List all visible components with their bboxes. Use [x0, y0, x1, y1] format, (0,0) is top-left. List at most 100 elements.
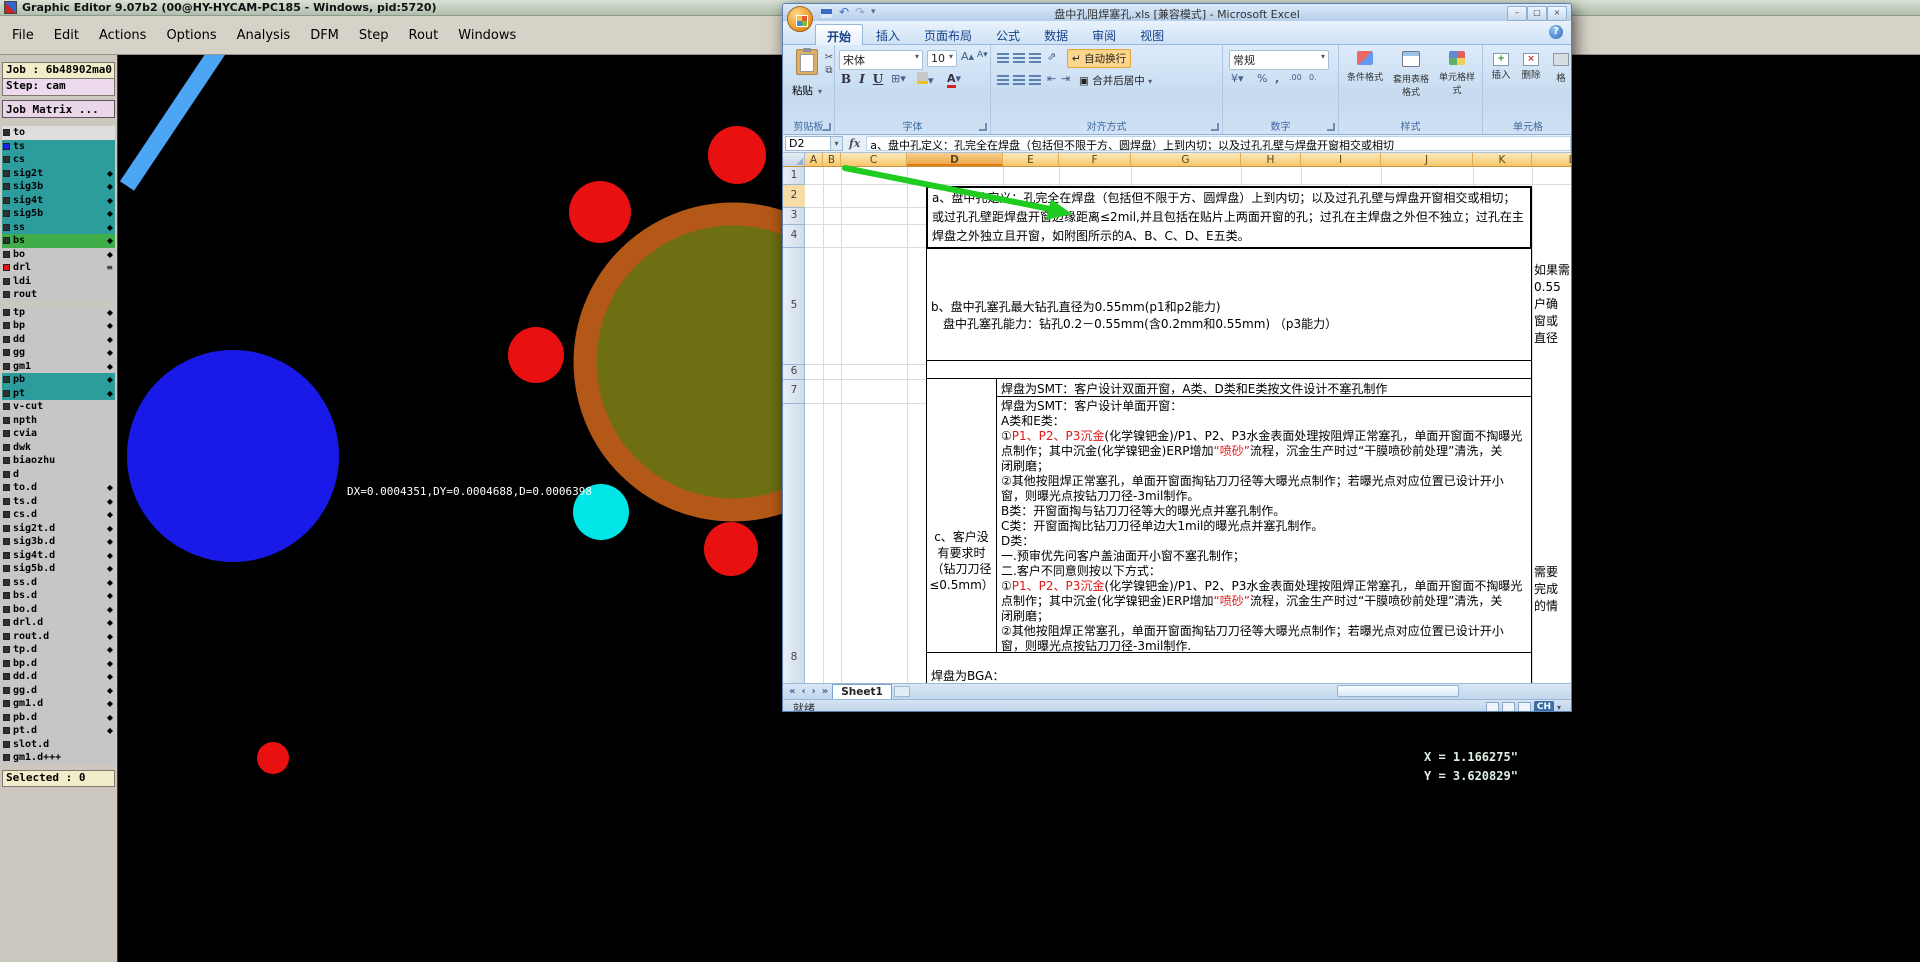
- grow-font-icon[interactable]: A▴: [961, 50, 974, 63]
- layer-color-chip[interactable]: [3, 632, 10, 640]
- row-header-4[interactable]: 4: [783, 229, 805, 243]
- qat-dropdown-icon[interactable]: ▾: [871, 7, 876, 17]
- layer-row-tp.d[interactable]: tp.d ◆: [2, 643, 115, 657]
- layer-color-chip[interactable]: [3, 376, 10, 384]
- layer-color-chip[interactable]: [3, 740, 10, 748]
- layer-row-d[interactable]: d: [2, 467, 115, 481]
- layer-row-sig5b.d[interactable]: sig5b.d ◆: [2, 562, 115, 576]
- layer-color-chip[interactable]: [3, 389, 10, 397]
- pad-red-5[interactable]: [257, 742, 289, 774]
- layer-color-chip[interactable]: [3, 754, 10, 762]
- layer-row-gg.d[interactable]: gg.d ◆: [2, 683, 115, 697]
- column-header-G[interactable]: G: [1131, 153, 1241, 166]
- layer-color-chip[interactable]: [3, 484, 10, 492]
- pad-blue-large[interactable]: [127, 350, 339, 562]
- increase-indent-icon[interactable]: ⇥: [1061, 72, 1070, 85]
- italic-button[interactable]: I: [855, 72, 869, 86]
- row-header-3[interactable]: 3: [783, 209, 805, 223]
- minimize-button[interactable]: –: [1507, 6, 1527, 21]
- layer-color-chip[interactable]: [3, 196, 10, 204]
- layer-row-ts.d[interactable]: ts.d ◆: [2, 494, 115, 508]
- fx-icon[interactable]: fx: [843, 137, 866, 150]
- copy-icon[interactable]: ⧉: [823, 64, 835, 77]
- layer-row-v-cut[interactable]: v-cut: [2, 400, 115, 414]
- cell-styles-button[interactable]: 单元格样式: [1435, 51, 1479, 96]
- horizontal-scrollbar-thumb[interactable]: [1337, 685, 1459, 697]
- column-header-F[interactable]: F: [1059, 153, 1131, 166]
- layer-row-sig4t.d[interactable]: sig4t.d ◆: [2, 548, 115, 562]
- cell-bga[interactable]: 焊盘为BGA：: [926, 653, 1532, 683]
- layer-row-gm1.d[interactable]: gm1.d ◆: [2, 697, 115, 711]
- layer-row-rout.d[interactable]: rout.d ◆: [2, 629, 115, 643]
- font-color-icon[interactable]: A▾: [947, 72, 961, 88]
- page-layout-view-icon[interactable]: [1501, 702, 1515, 711]
- worksheet-grid[interactable]: a、盘中孔定义：孔完全在焊盘（包括但不限于方、圆焊盘）上到内切；以及过孔孔壁与焊…: [783, 167, 1571, 683]
- layer-row-dwk[interactable]: dwk: [2, 440, 115, 454]
- office-button[interactable]: [787, 6, 813, 32]
- menu-edit[interactable]: Edit: [44, 25, 89, 46]
- name-box[interactable]: D2: [785, 136, 831, 151]
- menu-actions[interactable]: Actions: [89, 25, 157, 46]
- layer-row-cs[interactable]: cs: [2, 153, 115, 167]
- layer-color-chip[interactable]: [3, 169, 10, 177]
- column-header-B[interactable]: B: [823, 153, 841, 166]
- layer-color-chip[interactable]: [3, 403, 10, 411]
- layer-color-chip[interactable]: [3, 129, 10, 137]
- layer-color-chip[interactable]: [3, 210, 10, 218]
- layer-color-chip[interactable]: [3, 578, 10, 586]
- layer-color-chip[interactable]: [3, 277, 10, 285]
- align-middle-icon[interactable]: [1013, 53, 1025, 63]
- dialog-launcher-icon[interactable]: [823, 123, 831, 131]
- layer-row-sig3b.d[interactable]: sig3b.d ◆: [2, 535, 115, 549]
- delete-cells-button[interactable]: × 删除: [1517, 53, 1545, 81]
- sheet-nav-prev-icon[interactable]: ‹: [799, 686, 807, 697]
- column-header-H[interactable]: H: [1241, 153, 1301, 166]
- layer-row-pt.d[interactable]: pt.d ◆: [2, 724, 115, 738]
- layer-row-ss.d[interactable]: ss.d ◆: [2, 575, 115, 589]
- cell-smt-double-window[interactable]: 焊盘为SMT：客户设计双面开窗，A类、D类和E类按文件设计不塞孔制作: [997, 379, 1531, 397]
- menu-file[interactable]: File: [2, 25, 44, 46]
- column-header-J[interactable]: J: [1381, 153, 1473, 166]
- maximize-button[interactable]: □: [1527, 6, 1547, 21]
- font-name-select[interactable]: ▾ 宋体: [839, 50, 923, 70]
- layer-row-slot.d[interactable]: slot.d: [2, 737, 115, 751]
- layer-row-gg[interactable]: gg ◆: [2, 346, 115, 360]
- wrap-text-button[interactable]: ↵ 自动换行: [1067, 49, 1132, 68]
- layer-color-chip[interactable]: [3, 713, 10, 721]
- row-header-1[interactable]: 1: [783, 169, 805, 183]
- fill-color-icon[interactable]: ▾: [917, 72, 934, 87]
- layer-row-sig3b[interactable]: sig3b ◆: [2, 180, 115, 194]
- layer-row-dd.d[interactable]: dd.d ◆: [2, 670, 115, 684]
- layer-color-chip[interactable]: [3, 470, 10, 478]
- cell-a-definition[interactable]: a、盘中孔定义：孔完全在焊盘（包括但不限于方、圆焊盘）上到内切；以及过孔孔壁与焊…: [926, 186, 1532, 249]
- align-top-icon[interactable]: [997, 53, 1009, 63]
- dialog-launcher-icon[interactable]: [1327, 123, 1335, 131]
- increase-decimal-icon[interactable]: .00: [1289, 73, 1302, 82]
- align-bottom-icon[interactable]: [1029, 53, 1041, 63]
- redo-icon[interactable]: ↷: [855, 5, 865, 19]
- trace-line-blue[interactable]: [119, 45, 226, 191]
- column-header-D[interactable]: D: [907, 153, 1003, 166]
- layer-row-pt[interactable]: pt ◆: [2, 386, 115, 400]
- layer-row-rout[interactable]: rout: [2, 288, 115, 302]
- cell-c-section[interactable]: c、客户没有要求时（钻刀刀径≤0.5mm） 焊盘为SMT：客户设计双面开窗，A类…: [926, 379, 1532, 653]
- layer-color-chip[interactable]: [3, 511, 10, 519]
- pad-red-3[interactable]: [508, 327, 564, 383]
- name-box-dropdown-icon[interactable]: ▾: [831, 136, 843, 151]
- layer-color-chip[interactable]: [3, 727, 10, 735]
- layer-row-drl.d[interactable]: drl.d ◆: [2, 616, 115, 630]
- layer-color-chip[interactable]: [3, 686, 10, 694]
- sheet-nav-first-icon[interactable]: «: [787, 686, 797, 697]
- currency-icon[interactable]: ¥▾: [1231, 72, 1244, 85]
- layer-color-chip[interactable]: [3, 673, 10, 681]
- layer-row-cvia[interactable]: cvia: [2, 427, 115, 441]
- layer-row-to.d[interactable]: to.d ◆: [2, 481, 115, 495]
- layer-color-chip[interactable]: [3, 349, 10, 357]
- pad-red-2[interactable]: [708, 126, 766, 184]
- align-right-icon[interactable]: [1029, 75, 1041, 85]
- layer-row-dd[interactable]: dd ◆: [2, 332, 115, 346]
- layer-color-chip[interactable]: [3, 291, 10, 299]
- language-badge[interactable]: CH: [1533, 701, 1554, 711]
- layer-row-bp.d[interactable]: bp.d ◆: [2, 656, 115, 670]
- formula-input[interactable]: a、盘中孔定义：孔完全在焊盘（包括但不限于方、圆焊盘）上到内切；以及过孔孔壁与焊…: [866, 136, 1571, 151]
